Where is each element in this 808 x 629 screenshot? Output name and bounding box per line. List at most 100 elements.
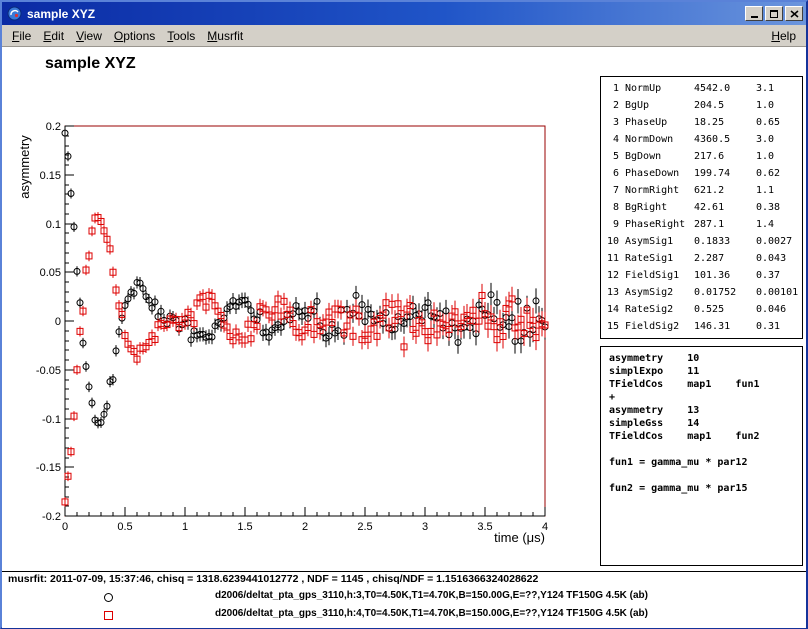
x-tick-label: 3 bbox=[422, 521, 428, 533]
parameter-row: 8BgRight42.610.38 bbox=[601, 199, 802, 216]
theory-line bbox=[609, 469, 802, 482]
parameter-error: 1.0 bbox=[756, 148, 802, 165]
close-icon bbox=[790, 10, 799, 18]
theory-line: simplExpo 11 bbox=[609, 365, 802, 378]
parameter-error: 0.65 bbox=[756, 114, 802, 131]
parameter-row: 7NormRight621.21.1 bbox=[601, 182, 802, 199]
y-tick-label: -0.15 bbox=[36, 462, 61, 474]
x-tick-label: 0.5 bbox=[117, 521, 132, 533]
y-tick-label: -0.05 bbox=[36, 365, 61, 377]
parameter-name: PhaseDown bbox=[619, 165, 694, 182]
y-tick-label: 0 bbox=[55, 316, 61, 328]
x-tick-label: 3.5 bbox=[477, 521, 492, 533]
parameter-number: 8 bbox=[605, 199, 619, 216]
parameter-value: 146.31 bbox=[694, 318, 756, 335]
theory-line: TFieldCos map1 fun2 bbox=[609, 430, 802, 443]
theory-line: TFieldCos map1 fun1 bbox=[609, 378, 802, 391]
parameter-value: 287.1 bbox=[694, 216, 756, 233]
parameter-number: 14 bbox=[605, 301, 619, 318]
parameter-name: PhaseUp bbox=[619, 114, 694, 131]
y-tick-label: 0.15 bbox=[40, 170, 61, 182]
parameter-error: 0.31 bbox=[756, 318, 802, 335]
y-tick-label: 0.05 bbox=[40, 267, 61, 279]
app-window: sample XYZ File Edit View Options Tools … bbox=[0, 0, 808, 629]
theory-line: + bbox=[609, 391, 802, 404]
parameter-value: 4360.5 bbox=[694, 131, 756, 148]
x-tick-label: 1 bbox=[182, 521, 188, 533]
parameter-number: 7 bbox=[605, 182, 619, 199]
parameter-error: 3.1 bbox=[756, 80, 802, 97]
theory-line: fun1 = gamma_mu * par12 bbox=[609, 456, 802, 469]
parameter-error: 0.38 bbox=[756, 199, 802, 216]
theory-line: asymmetry 13 bbox=[609, 404, 802, 417]
parameter-number: 1 bbox=[605, 80, 619, 97]
x-axis-title: time (μs) bbox=[494, 530, 545, 545]
parameter-error: 1.0 bbox=[756, 97, 802, 114]
legend: d2006/deltat_pta_gps_3110,h:3,T0=4.50K,T… bbox=[2, 588, 806, 624]
parameter-value: 0.01752 bbox=[694, 284, 756, 301]
parameter-number: 11 bbox=[605, 250, 619, 267]
parameter-number: 10 bbox=[605, 233, 619, 250]
parameter-name: FieldSig2 bbox=[619, 318, 694, 335]
parameter-row: 14RateSig20.5250.046 bbox=[601, 301, 802, 318]
x-tick-label: 1.5 bbox=[237, 521, 252, 533]
y-tick-label: 0.1 bbox=[46, 219, 61, 231]
menu-help[interactable]: Help bbox=[765, 27, 802, 45]
parameter-value: 2.287 bbox=[694, 250, 756, 267]
parameter-row: 13AsymSig20.017520.00101 bbox=[601, 284, 802, 301]
parameter-value: 621.2 bbox=[694, 182, 756, 199]
parameter-row: 6PhaseDown199.740.62 bbox=[601, 165, 802, 182]
parameter-name: PhaseRight bbox=[619, 216, 694, 233]
parameter-name: BgDown bbox=[619, 148, 694, 165]
parameter-name: BgUp bbox=[619, 97, 694, 114]
close-button[interactable] bbox=[785, 6, 803, 21]
theory-line: simpleGss 14 bbox=[609, 417, 802, 430]
minimize-button[interactable] bbox=[745, 6, 763, 21]
titlebar[interactable]: sample XYZ bbox=[2, 2, 806, 25]
menu-tools[interactable]: Tools bbox=[161, 27, 201, 45]
window-controls bbox=[745, 6, 803, 21]
menu-options[interactable]: Options bbox=[108, 27, 161, 45]
parameter-name: FieldSig1 bbox=[619, 267, 694, 284]
parameter-name: BgRight bbox=[619, 199, 694, 216]
parameter-number: 5 bbox=[605, 148, 619, 165]
x-tick-label: 2 bbox=[302, 521, 308, 533]
menu-musrfit[interactable]: Musrfit bbox=[201, 27, 249, 45]
parameter-value: 217.6 bbox=[694, 148, 756, 165]
menu-edit[interactable]: Edit bbox=[37, 27, 70, 45]
parameter-error: 0.046 bbox=[756, 301, 802, 318]
parameter-number: 9 bbox=[605, 216, 619, 233]
parameter-number: 6 bbox=[605, 165, 619, 182]
root-canvas: sample XYZ -0.2-0.15-0.1-0.0500.050.10.1… bbox=[2, 47, 806, 628]
theory-line: fun2 = gamma_mu * par15 bbox=[609, 482, 802, 495]
app-icon bbox=[7, 6, 22, 21]
parameter-value: 0.1833 bbox=[694, 233, 756, 250]
parameter-error: 0.0027 bbox=[756, 233, 802, 250]
parameter-error: 0.37 bbox=[756, 267, 802, 284]
parameter-row: 2BgUp204.51.0 bbox=[601, 97, 802, 114]
parameter-number: 3 bbox=[605, 114, 619, 131]
parameter-name: NormDown bbox=[619, 131, 694, 148]
parameter-error: 0.043 bbox=[756, 250, 802, 267]
parameters-panel: 1NormUp4542.03.12BgUp204.51.03PhaseUp18.… bbox=[600, 76, 803, 339]
legend-label: d2006/deltat_pta_gps_3110,h:4,T0=4.50K,T… bbox=[215, 608, 648, 619]
parameter-error: 0.62 bbox=[756, 165, 802, 182]
theory-line: asymmetry 10 bbox=[609, 352, 802, 365]
series-h4 bbox=[62, 212, 548, 507]
parameter-row: 3PhaseUp18.250.65 bbox=[601, 114, 802, 131]
x-tick-label: 0 bbox=[62, 521, 68, 533]
parameter-value: 101.36 bbox=[694, 267, 756, 284]
parameter-value: 42.61 bbox=[694, 199, 756, 216]
parameter-number: 12 bbox=[605, 267, 619, 284]
parameter-row: 1NormUp4542.03.1 bbox=[601, 80, 802, 97]
footer-divider bbox=[2, 571, 806, 572]
legend-row: d2006/deltat_pta_gps_3110,h:3,T0=4.50K,T… bbox=[2, 588, 806, 606]
minimize-icon bbox=[751, 16, 758, 18]
parameter-number: 4 bbox=[605, 131, 619, 148]
maximize-button[interactable] bbox=[765, 6, 783, 21]
menu-file[interactable]: File bbox=[6, 27, 37, 45]
parameter-value: 204.5 bbox=[694, 97, 756, 114]
fit-info: musrfit: 2011-07-09, 15:37:46, chisq = 1… bbox=[8, 573, 538, 585]
menu-view[interactable]: View bbox=[70, 27, 108, 45]
parameter-value: 199.74 bbox=[694, 165, 756, 182]
